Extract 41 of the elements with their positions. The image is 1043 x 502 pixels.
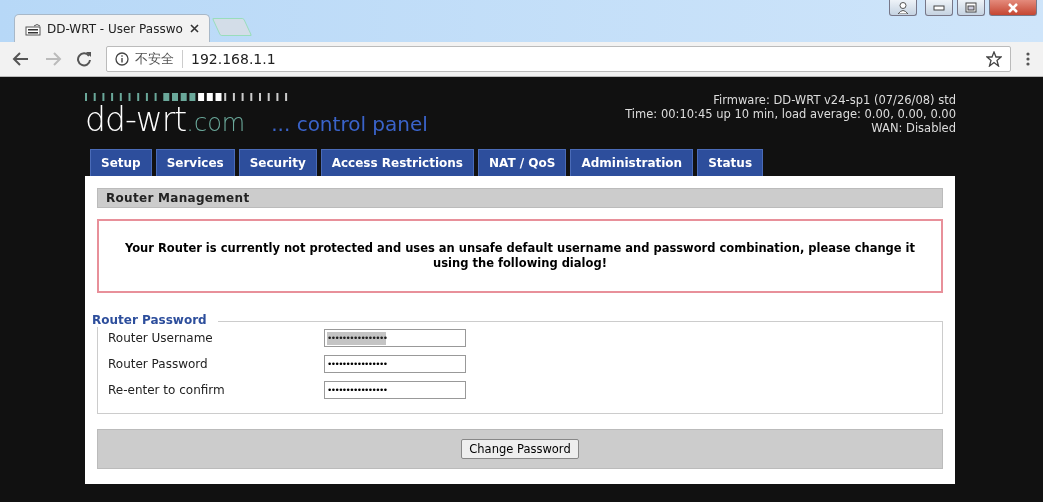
nav-tab[interactable]: Administration	[570, 149, 694, 176]
password-field[interactable]: ••••••••••••••••	[324, 381, 466, 399]
password-field[interactable]: ••••••••••••••••	[324, 355, 466, 373]
router-logo-icon	[25, 21, 41, 36]
maximize-button[interactable]	[957, 0, 985, 16]
status-info-text: WAN: Disabled	[870, 121, 956, 135]
logo: dd-wrt.com	[85, 101, 246, 141]
minimize-button[interactable]	[925, 0, 953, 16]
maximize-icon	[965, 2, 977, 13]
reload-icon[interactable]	[76, 51, 92, 67]
menu-icon[interactable]	[1025, 51, 1031, 67]
close-icon[interactable]	[190, 24, 199, 33]
nav-tab[interactable]: Status	[697, 149, 764, 176]
section-header: Router Management	[97, 188, 943, 208]
tagline: ... control panel	[271, 112, 428, 136]
field-label: Router Username	[108, 331, 214, 345]
warning-message: Your Router is currently not protected and uses an unsafe default username and password combination, please change it using the following dialog!	[97, 219, 943, 293]
security-label: 不安全	[135, 50, 183, 68]
nav-tab[interactable]: Security	[238, 149, 317, 176]
address-bar[interactable]: 不安全 192.168.1.1	[106, 46, 1011, 72]
nav-tab[interactable]: Access Restrictions	[320, 149, 474, 176]
tab-title: DD-WRT - User Passwo	[47, 21, 184, 36]
profile-button[interactable]	[889, 0, 917, 16]
info-icon	[115, 52, 129, 66]
password-field[interactable]: ••••••••••••••••	[324, 329, 466, 347]
nav-tab[interactable]: Services	[155, 149, 235, 176]
browser-tab[interactable]: DD-WRT - User Passwo	[14, 14, 210, 42]
url-text: 192.168.1.1	[191, 51, 276, 67]
nav-tab[interactable]: Setup	[90, 149, 152, 176]
status-info-text: Firmware: DD-WRT v24-sp1 (07/26/08) std	[712, 93, 956, 107]
field-label: Re-enter to confirm	[108, 383, 226, 397]
status-info-text: Time: 00:10:45 up 10 min, load average: 0.00, 0.00, 0.00	[625, 107, 956, 121]
nav-tab[interactable]: NAT / QoS	[478, 149, 567, 176]
person-icon	[897, 1, 909, 14]
close-icon	[1007, 2, 1019, 13]
change-password-button[interactable]: Change Password	[461, 439, 579, 459]
minimize-icon	[933, 4, 945, 11]
close-window-button[interactable]	[989, 0, 1037, 16]
back-icon[interactable]	[12, 51, 30, 67]
star-icon[interactable]	[986, 51, 1002, 67]
field-label: Router Password	[108, 357, 209, 371]
